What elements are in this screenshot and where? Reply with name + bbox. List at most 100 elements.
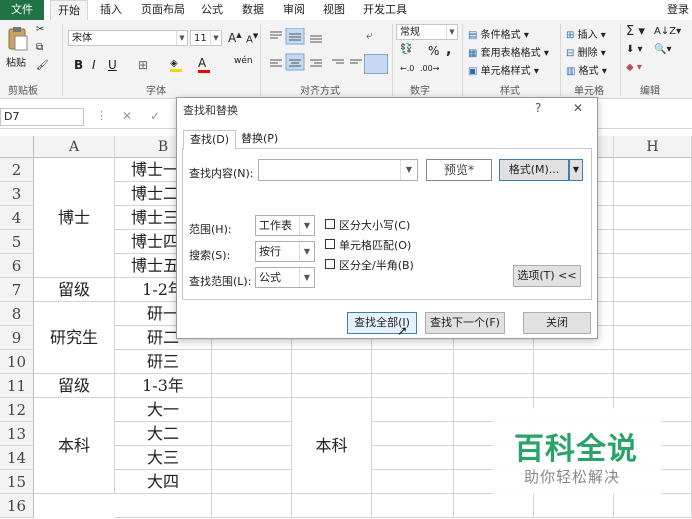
cell-b[interactable]: 研三 [115, 350, 212, 374]
row-header[interactable]: 3 [0, 182, 34, 206]
format-painter-icon[interactable]: 🖌 [36, 60, 49, 71]
cell-b[interactable]: 大四 [115, 470, 212, 494]
cell[interactable] [372, 446, 454, 470]
tab-home[interactable]: 开始 [50, 0, 88, 21]
cell[interactable] [614, 278, 692, 302]
percent-button[interactable]: % [428, 44, 439, 58]
copy-icon[interactable]: ⧉ [36, 42, 43, 53]
italic-button[interactable]: I [92, 58, 96, 72]
cell[interactable] [534, 350, 614, 374]
column-header-h[interactable]: H [614, 136, 692, 158]
cell[interactable] [614, 326, 692, 350]
cell[interactable] [534, 374, 614, 398]
grow-font-button[interactable]: A▲ [228, 31, 242, 45]
font-size-combo[interactable]: 11 ▼ [190, 30, 222, 46]
cell[interactable] [372, 374, 454, 398]
row-header[interactable]: 7 [0, 278, 34, 302]
comma-button[interactable]: , [446, 42, 451, 58]
autosum-icon[interactable]: Σ ▾ [626, 24, 645, 39]
help-icon[interactable]: ? [535, 101, 541, 115]
insert-cells-button[interactable]: ⊞ 插入 ▾ [566, 26, 606, 41]
cell[interactable] [614, 374, 692, 398]
row-header[interactable]: 15 [0, 470, 34, 494]
phonetic-icon[interactable]: wén [234, 56, 253, 66]
cell-a-merged[interactable]: 博士 [34, 158, 115, 278]
search-select[interactable]: 按行 ▼ [255, 241, 315, 262]
tab-view[interactable]: 视图 [318, 0, 350, 20]
tab-data[interactable]: 数据 [236, 0, 270, 20]
increase-decimal-icon[interactable]: ←.0 [400, 64, 414, 73]
cell[interactable] [212, 446, 292, 470]
row-header[interactable]: 4 [0, 206, 34, 230]
row-header[interactable]: 12 [0, 398, 34, 422]
name-box[interactable]: D7 [0, 108, 84, 126]
cell-a-merged[interactable]: 本科 [34, 398, 115, 494]
options-button[interactable]: 选项(T) << [513, 265, 581, 287]
row-header[interactable]: 10 [0, 350, 34, 374]
row-header[interactable]: 11 [0, 374, 34, 398]
cell[interactable] [212, 350, 292, 374]
format-as-table-button[interactable]: ▦ 套用表格格式 ▾ [468, 44, 549, 59]
cell[interactable] [212, 422, 292, 446]
cancel-icon[interactable]: ✕ [122, 109, 132, 123]
match-byte-width-checkbox[interactable] [325, 259, 335, 269]
cell-a-merged[interactable]: 留级 [34, 278, 115, 302]
format-dropdown-arrow-icon[interactable]: ▼ [569, 159, 583, 181]
column-header-a[interactable]: A [34, 136, 115, 158]
cell[interactable] [372, 398, 454, 422]
shrink-font-button[interactable]: A▼ [246, 32, 258, 45]
row-header[interactable]: 6 [0, 254, 34, 278]
cell-b[interactable]: 大一 [115, 398, 212, 422]
cell[interactable] [372, 350, 454, 374]
format-cells-button[interactable]: ▥ 格式 ▾ [566, 62, 607, 77]
sort-filter-icon[interactable]: A↓Z▾ [654, 26, 681, 37]
cell[interactable] [212, 470, 292, 494]
decrease-decimal-icon[interactable]: .00→ [420, 64, 439, 73]
tab-review[interactable]: 审阅 [278, 0, 310, 20]
cell-b[interactable]: 大三 [115, 446, 212, 470]
cell-b[interactable] [115, 494, 212, 518]
find-select-icon[interactable]: 🔍▾ [654, 44, 671, 55]
conditional-format-button[interactable]: ▤ 条件格式 ▾ [468, 26, 529, 41]
cell[interactable] [614, 182, 692, 206]
cell[interactable] [292, 350, 372, 374]
cell[interactable] [614, 350, 692, 374]
within-select[interactable]: 工作表 ▼ [255, 215, 315, 236]
underline-button[interactable]: U [108, 58, 117, 72]
tab-page-layout[interactable]: 页面布局 [136, 0, 190, 20]
clear-icon[interactable]: ◆ ▾ [626, 62, 642, 73]
bold-button[interactable]: B [74, 58, 83, 72]
delete-cells-button[interactable]: ⊟ 删除 ▾ [566, 44, 606, 59]
borders-icon[interactable]: ⊞ [138, 58, 148, 72]
cell[interactable] [614, 494, 692, 518]
tab-developer[interactable]: 开发工具 [358, 0, 412, 20]
tab-replace[interactable]: 替换(P) [235, 130, 284, 148]
find-what-input[interactable]: ▼ [258, 159, 418, 181]
cell[interactable] [292, 494, 372, 518]
cell[interactable] [292, 374, 372, 398]
cell-b[interactable]: 大二 [115, 422, 212, 446]
fill-icon[interactable]: ⬇ ▾ [626, 44, 643, 55]
signin-link[interactable]: 登录 [664, 0, 692, 20]
tab-find[interactable]: 查找(D) [183, 130, 237, 150]
cell[interactable] [614, 206, 692, 230]
row-header[interactable]: 16 [0, 494, 34, 518]
tab-formulas[interactable]: 公式 [196, 0, 228, 20]
close-icon[interactable]: ✕ [573, 101, 583, 115]
fill-color-icon[interactable]: ◈ [170, 58, 182, 72]
cell-a-merged[interactable]: 研究生 [34, 302, 115, 374]
cell[interactable] [614, 254, 692, 278]
cut-icon[interactable]: ✂ [36, 24, 44, 35]
cell-b[interactable]: 1-3年 [115, 374, 212, 398]
cell[interactable] [212, 398, 292, 422]
find-next-button[interactable]: 查找下一个(F) [425, 312, 505, 334]
paste-icon[interactable] [6, 26, 28, 54]
cell[interactable] [372, 422, 454, 446]
cell-styles-button[interactable]: ▣ 单元格样式 ▾ [468, 62, 539, 77]
row-header[interactable]: 14 [0, 446, 34, 470]
cell[interactable] [534, 494, 614, 518]
cell[interactable] [372, 470, 454, 494]
cell[interactable] [614, 302, 692, 326]
select-all-corner[interactable] [0, 136, 34, 158]
row-header[interactable]: 2 [0, 158, 34, 182]
